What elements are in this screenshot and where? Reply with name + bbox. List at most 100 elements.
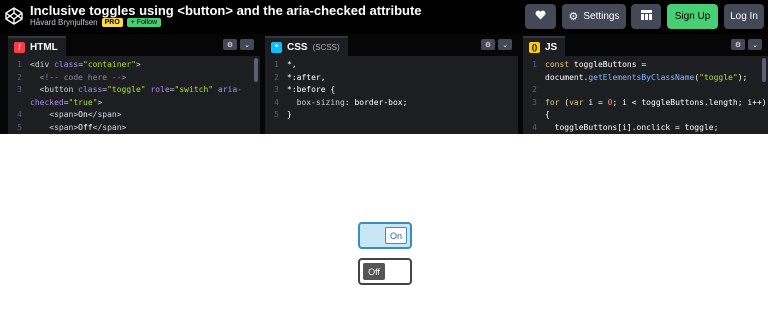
tab-html[interactable]: / HTML xyxy=(8,36,66,56)
code-text: *, xyxy=(287,60,297,69)
code-text: <span>Off</span> xyxy=(30,122,127,132)
code-text: <span>On</span> xyxy=(30,110,122,119)
html-lang-icon: / xyxy=(14,41,25,53)
login-button[interactable]: Log In xyxy=(724,4,764,29)
line-number: 2 xyxy=(532,85,537,94)
line-number: 5 xyxy=(17,122,22,132)
html-scrollbar[interactable] xyxy=(254,58,258,82)
line-number: 3 xyxy=(532,97,537,107)
code-line: 1 const toggleButtons = xyxy=(523,59,760,72)
gear-icon: ⚙ xyxy=(568,11,579,23)
code-text: document.getElementsByClassName("toggle"… xyxy=(545,72,748,82)
code-text: <!-- code here --> xyxy=(30,72,127,82)
code-line: 0document.getElementsByClassName("toggle… xyxy=(523,72,760,85)
css-tab-row: * CSS (SCSS) ⚙ ⌄ xyxy=(265,34,518,56)
chevron-down-icon[interactable]: ⌄ xyxy=(748,39,762,50)
tab-css[interactable]: * CSS (SCSS) xyxy=(265,36,348,56)
layout-icon xyxy=(640,10,652,23)
code-text: <button class="toggle" role="switch" ari… xyxy=(30,85,242,94)
js-editor-panel: () JS ⚙ ⌄ 1const toggleButtons =0documen… xyxy=(523,34,768,134)
css-tab-label: CSS xyxy=(287,41,308,53)
js-scrollbar[interactable] xyxy=(762,58,766,82)
code-line: 2 <!-- code here --> xyxy=(8,72,252,85)
settings-label: Settings xyxy=(583,11,620,22)
js-lang-icon: () xyxy=(529,41,540,53)
gear-icon[interactable]: ⚙ xyxy=(731,39,745,50)
follow-button[interactable]: + Follow xyxy=(126,18,162,27)
line-number: 1 xyxy=(274,60,279,69)
code-line: 1 <div class="container"> xyxy=(8,59,252,72)
code-text: { xyxy=(545,110,550,119)
line-number: 5 xyxy=(274,110,279,119)
pen-title: Inclusive toggles using <button> and the… xyxy=(30,3,422,18)
js-tab-label: JS xyxy=(545,41,558,53)
tab-js[interactable]: () JS xyxy=(523,36,566,56)
html-tab-label: HTML xyxy=(30,41,58,53)
heart-icon xyxy=(535,10,546,23)
code-line: 2 *:after, xyxy=(265,72,510,85)
code-line: 0{ xyxy=(523,109,760,122)
signup-button[interactable]: Sign Up xyxy=(667,4,718,29)
line-number: 3 xyxy=(17,85,22,94)
code-text: *:before { xyxy=(287,85,336,94)
line-number: 4 xyxy=(274,97,279,107)
code-line: 2 xyxy=(523,84,760,97)
layout-button[interactable] xyxy=(631,4,661,29)
code-text: toggleButtons[i].onclick = toggle; xyxy=(545,122,719,132)
code-line: 5 <span>Off</span> xyxy=(8,122,252,135)
css-editor-panel: * CSS (SCSS) ⚙ ⌄ 1 *, 2 *:after, 3 *:before {… xyxy=(265,34,518,134)
line-number: 0 xyxy=(523,72,545,85)
code-line: 5} xyxy=(265,109,510,122)
css-tab-sublabel: (SCSS) xyxy=(312,42,340,52)
html-tab-tools: ⚙ ⌄ xyxy=(223,39,254,50)
code-line: 4 toggleButtons[i].onclick = toggle; xyxy=(523,122,760,135)
code-line: 3 *:before { xyxy=(265,84,510,97)
css-lang-icon: * xyxy=(271,41,282,53)
line-number: 1 xyxy=(532,60,537,69)
code-line: 3 <button class="toggle" role="switch" a… xyxy=(8,84,252,97)
code-text: <div class="container"> xyxy=(30,60,141,69)
code-text: } xyxy=(287,110,292,119)
author-name[interactable]: Håvard Brynjulfsen xyxy=(30,18,98,27)
codepen-logo-icon[interactable] xyxy=(4,6,24,26)
html-tab-row: / HTML ⚙ ⌄ xyxy=(8,34,260,56)
pro-badge: PRO xyxy=(101,18,123,27)
code-line: 4 box-sizing: border-box; xyxy=(265,97,510,110)
html-editor-panel: / HTML ⚙ ⌄ 1 <div class="container"> 2 <!-… xyxy=(8,34,260,134)
html-code[interactable]: 1 <div class="container"> 2 <!-- code here… xyxy=(8,56,252,134)
toggle-on-button[interactable]: On xyxy=(358,222,412,249)
code-text: box-sizing: border-box; xyxy=(287,97,408,107)
settings-button[interactable]: ⚙ Settings xyxy=(562,4,626,29)
line-number: 0 xyxy=(8,97,30,110)
line-number: 2 xyxy=(17,72,22,82)
code-line: 1 *, xyxy=(265,59,510,72)
code-text: *:after, xyxy=(287,72,326,82)
js-tab-row: () JS ⚙ ⌄ xyxy=(523,34,768,56)
line-number: 3 xyxy=(274,85,279,94)
gear-icon[interactable]: ⚙ xyxy=(481,39,495,50)
editor-area: / HTML ⚙ ⌄ 1 <div class="container"> 2 <!-… xyxy=(0,34,768,134)
toggle-off-button[interactable]: Off xyxy=(358,258,412,285)
code-line: 4 <span>On</span> xyxy=(8,109,252,122)
js-code[interactable]: 1const toggleButtons =0document.getEleme… xyxy=(523,56,766,135)
toggle-off-label: Off xyxy=(363,263,385,280)
line-number: 0 xyxy=(523,109,545,122)
code-line: 0checked="true"> xyxy=(8,97,252,110)
code-text: const toggleButtons = xyxy=(545,60,647,69)
css-tab-tools: ⚙ ⌄ xyxy=(481,39,512,50)
line-number: 2 xyxy=(274,72,279,82)
css-code[interactable]: 1 *, 2 *:after, 3 *:before { 4 box-sizing: bor… xyxy=(265,56,510,134)
pen-header: Inclusive toggles using <button> and the… xyxy=(0,0,768,34)
heart-button[interactable] xyxy=(525,4,556,29)
chevron-down-icon[interactable]: ⌄ xyxy=(498,39,512,50)
gear-icon[interactable]: ⚙ xyxy=(223,39,237,50)
chevron-down-icon[interactable]: ⌄ xyxy=(240,39,254,50)
author-byline: Håvard Brynjulfsen PRO + Follow xyxy=(30,18,162,27)
toggle-on-label: On xyxy=(385,227,407,244)
line-number: 4 xyxy=(532,122,537,132)
code-text: checked="true"> xyxy=(30,97,103,107)
line-number: 4 xyxy=(17,110,22,119)
code-text: for (var i = 0; i < toggleButtons.length… xyxy=(545,97,767,107)
js-tab-tools: ⚙ ⌄ xyxy=(731,39,762,50)
code-line: 3 for (var i = 0; i < toggleButtons.lengt… xyxy=(523,97,766,110)
